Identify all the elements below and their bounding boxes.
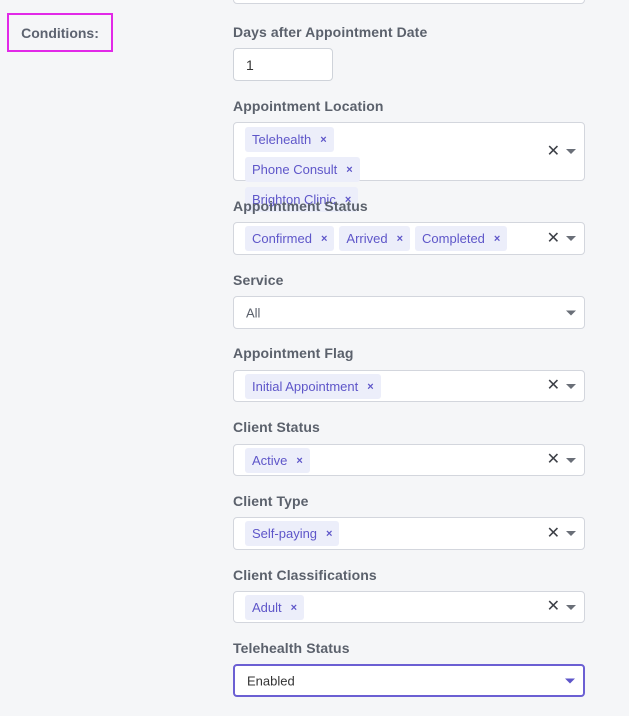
tag-remove-icon[interactable]: × <box>494 233 500 245</box>
days-after-input[interactable] <box>233 48 333 81</box>
select-controls: ✕ <box>547 599 576 615</box>
client-status-tags: Active × <box>245 448 534 473</box>
clear-all-icon[interactable]: ✕ <box>547 452 560 468</box>
conditions-label-text: Conditions: <box>21 24 99 41</box>
tag-label: Arrived <box>346 231 388 246</box>
appointment-location-select[interactable]: Telehealth × Phone Consult × Brighton Clin… <box>233 122 585 212</box>
clear-all-icon[interactable]: ✕ <box>547 599 560 615</box>
client-type-tags: Self-paying × <box>245 521 534 546</box>
select-controls: ✕ <box>547 378 576 394</box>
tag-completed: Completed × <box>415 226 508 251</box>
service-value: All <box>246 305 261 320</box>
select-controls <box>565 678 575 683</box>
clear-all-icon[interactable]: ✕ <box>547 378 560 394</box>
previous-field-box <box>233 0 585 4</box>
tag-remove-icon[interactable]: × <box>320 134 326 146</box>
chevron-down-icon[interactable] <box>566 531 576 536</box>
tag-remove-icon[interactable]: × <box>346 164 352 176</box>
client-classifications-select[interactable]: Adult × ✕ <box>233 591 585 623</box>
tag-remove-icon[interactable]: × <box>367 381 373 393</box>
tag-remove-icon[interactable]: × <box>397 233 403 245</box>
tag-telehealth: Telehealth × <box>245 127 334 152</box>
select-controls: ✕ <box>547 525 576 542</box>
chevron-down-icon[interactable] <box>566 457 576 463</box>
client-status-select[interactable]: Active × ✕ <box>233 444 585 476</box>
telehealth-status-label: Telehealth Status <box>233 640 350 656</box>
appointment-location-label: Appointment Location <box>233 98 384 114</box>
telehealth-status-value: Enabled <box>247 673 295 688</box>
client-classifications-label: Client Classifications <box>233 567 377 583</box>
appointment-status-label: Appointment Status <box>233 198 368 214</box>
tag-label: Phone Consult <box>252 162 338 177</box>
chevron-down-icon[interactable] <box>566 310 576 315</box>
tag-remove-icon[interactable]: × <box>291 602 297 614</box>
tag-remove-icon[interactable]: × <box>326 528 332 540</box>
tag-remove-icon[interactable]: × <box>296 455 302 467</box>
tag-remove-icon[interactable]: × <box>321 233 327 245</box>
chevron-down-icon[interactable] <box>566 604 576 610</box>
appointment-flag-tags: Initial Appointment × <box>245 374 534 399</box>
select-controls: ✕ <box>547 143 576 160</box>
service-label: Service <box>233 272 284 288</box>
tag-phone-consult: Phone Consult × <box>245 157 360 182</box>
tag-label: Adult <box>252 600 282 615</box>
client-type-select[interactable]: Self-paying × ✕ <box>233 517 585 550</box>
chevron-down-icon[interactable] <box>566 236 576 241</box>
select-controls: ✕ <box>547 230 576 247</box>
tag-adult: Adult × <box>245 595 305 620</box>
tag-active: Active × <box>245 448 310 473</box>
days-after-label: Days after Appointment Date <box>233 24 428 40</box>
tag-confirmed: Confirmed × <box>245 226 335 251</box>
clear-all-icon[interactable]: ✕ <box>547 230 560 247</box>
tag-label: Telehealth <box>252 132 312 147</box>
tag-label: Completed <box>422 231 485 246</box>
appointment-status-tags: Confirmed × Arrived × Completed × <box>245 226 534 251</box>
tag-label: Active <box>252 453 288 468</box>
service-select[interactable]: All <box>233 296 585 329</box>
clear-all-icon[interactable]: ✕ <box>547 525 560 542</box>
tag-label: Self-paying <box>252 526 318 541</box>
conditions-section-label: Conditions: <box>7 13 113 52</box>
chevron-down-icon[interactable] <box>566 383 576 389</box>
tag-arrived: Arrived × <box>339 226 411 251</box>
tag-self-paying: Self-paying × <box>245 521 340 546</box>
appointment-flag-select[interactable]: Initial Appointment × ✕ <box>233 370 585 402</box>
chevron-down-icon[interactable] <box>565 678 575 683</box>
select-controls: ✕ <box>547 452 576 468</box>
select-controls <box>566 310 576 315</box>
client-classifications-tags: Adult × <box>245 595 534 620</box>
tag-label: Initial Appointment <box>252 379 359 394</box>
clear-all-icon[interactable]: ✕ <box>547 143 560 160</box>
tag-initial-appointment: Initial Appointment × <box>245 374 381 399</box>
client-type-label: Client Type <box>233 493 309 509</box>
telehealth-status-select[interactable]: Enabled <box>233 664 585 697</box>
appointment-status-select[interactable]: Confirmed × Arrived × Completed × ✕ <box>233 222 585 255</box>
tag-label: Confirmed <box>252 231 312 246</box>
chevron-down-icon[interactable] <box>566 149 576 154</box>
appointment-flag-label: Appointment Flag <box>233 345 354 361</box>
client-status-label: Client Status <box>233 419 320 435</box>
